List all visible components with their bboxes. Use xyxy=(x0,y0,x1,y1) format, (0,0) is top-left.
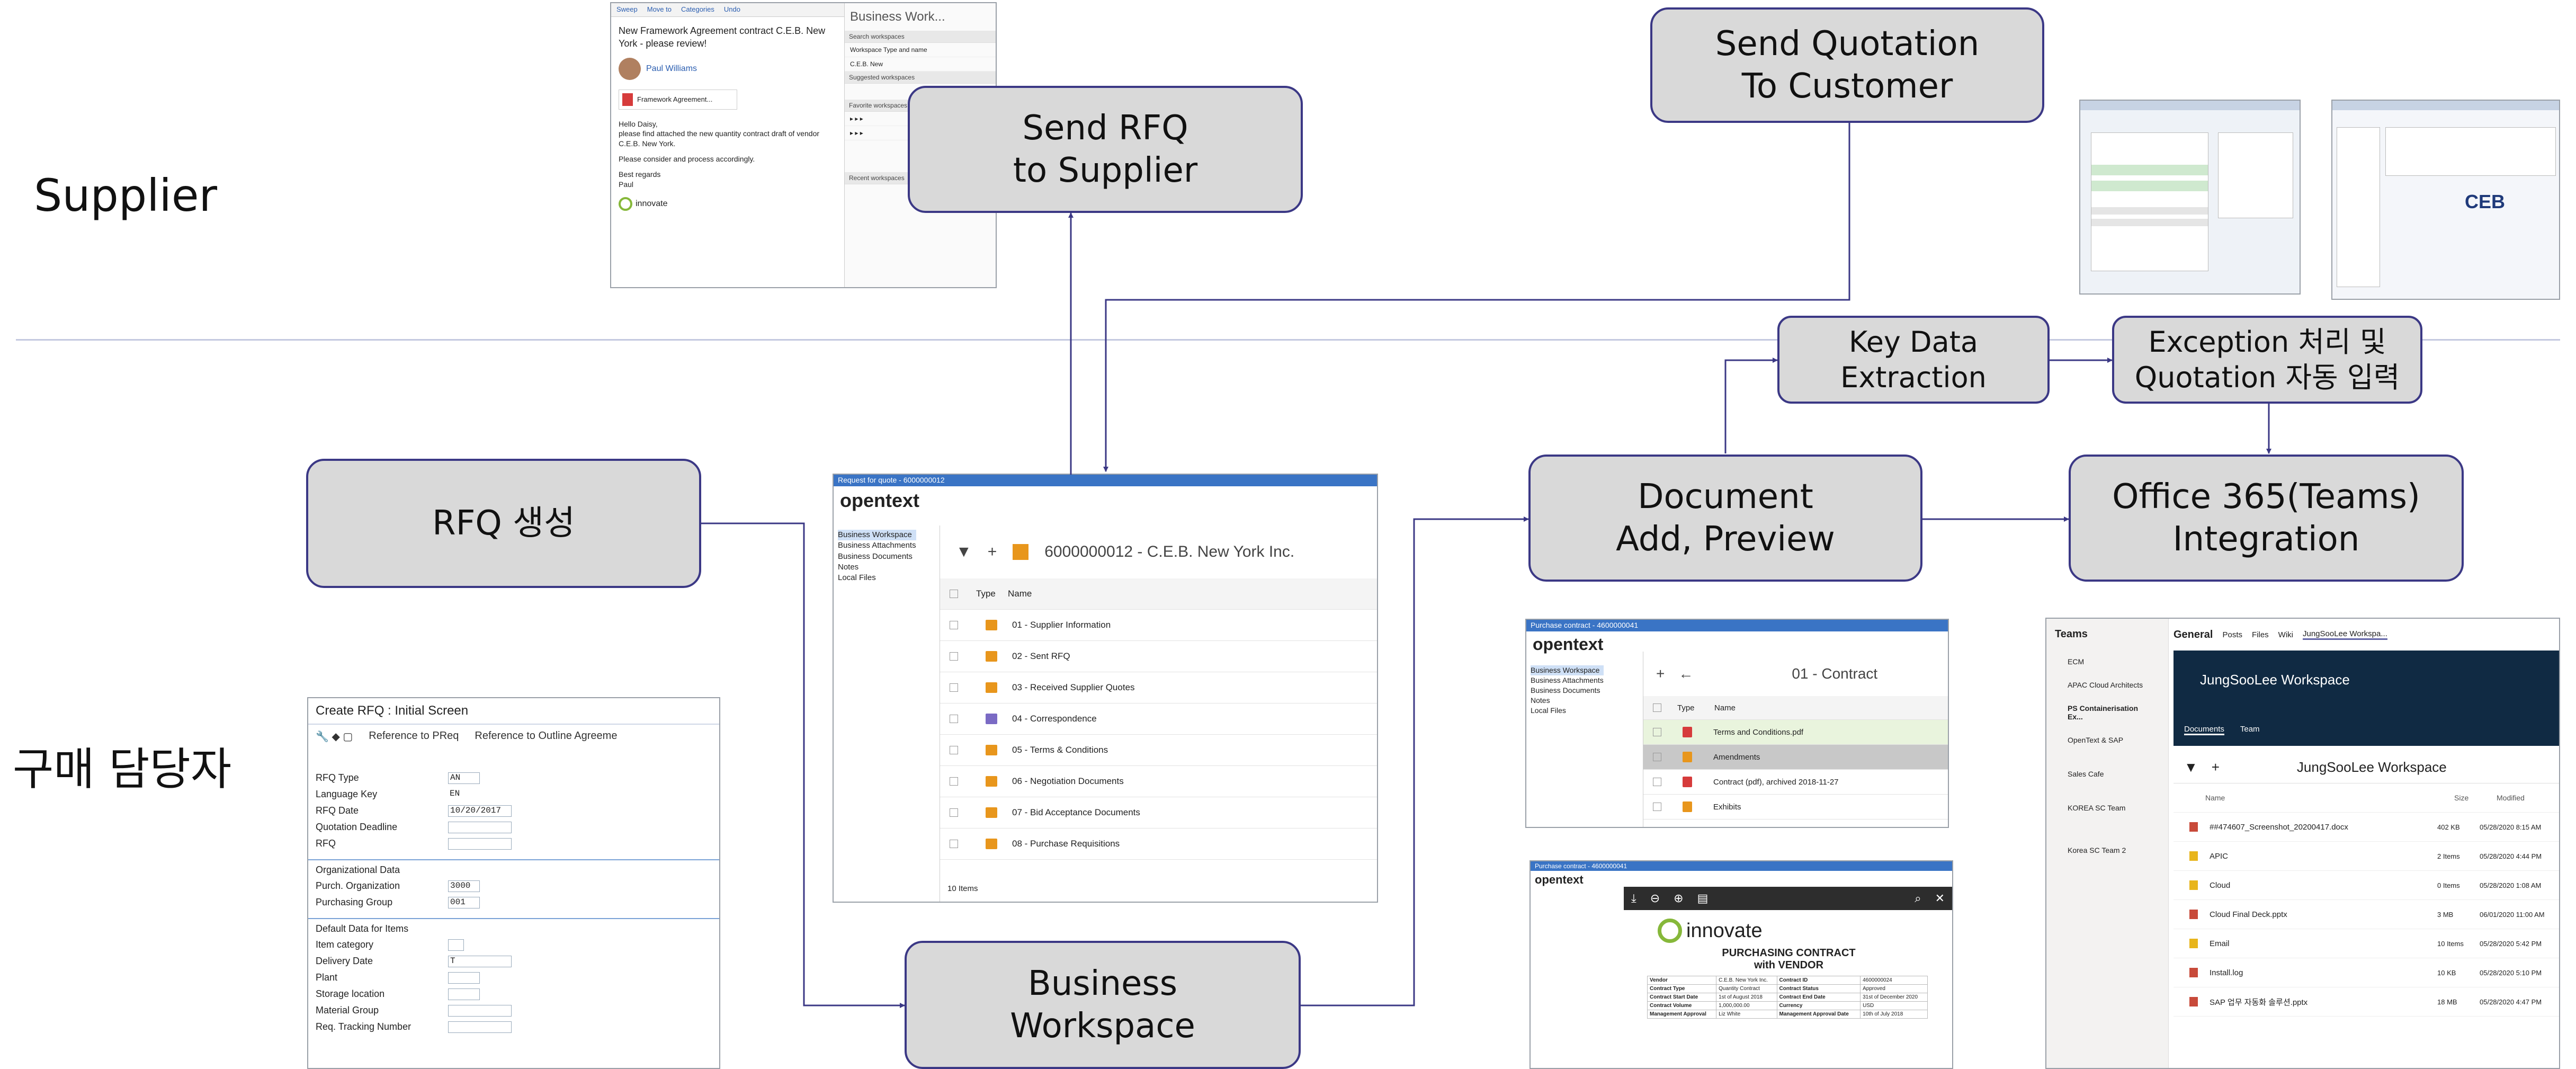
node-rfq-create[interactable]: RFQ 생성 xyxy=(306,459,701,588)
node-send-quotation[interactable]: Send Quotation To Customer xyxy=(1650,7,2044,123)
node-exception-handling[interactable]: Exception 처리 및 Quotation 자동 입력 xyxy=(2112,316,2422,404)
node-document-add-preview[interactable]: Document Add, Preview xyxy=(1528,455,1922,582)
node-key-data-extraction[interactable]: Key Data Extraction xyxy=(1777,316,2050,404)
edge-workspace-to-document xyxy=(1301,516,1529,1006)
node-office365-integration[interactable]: Office 365(Teams) Integration xyxy=(2069,455,2464,582)
node-send-rfq[interactable]: Send RFQ to Supplier xyxy=(908,86,1303,213)
node-business-workspace[interactable]: Business Workspace xyxy=(905,941,1301,1069)
edge-rfq-to-workspace xyxy=(701,522,905,1008)
edge-document-to-keydata xyxy=(1724,358,1778,453)
